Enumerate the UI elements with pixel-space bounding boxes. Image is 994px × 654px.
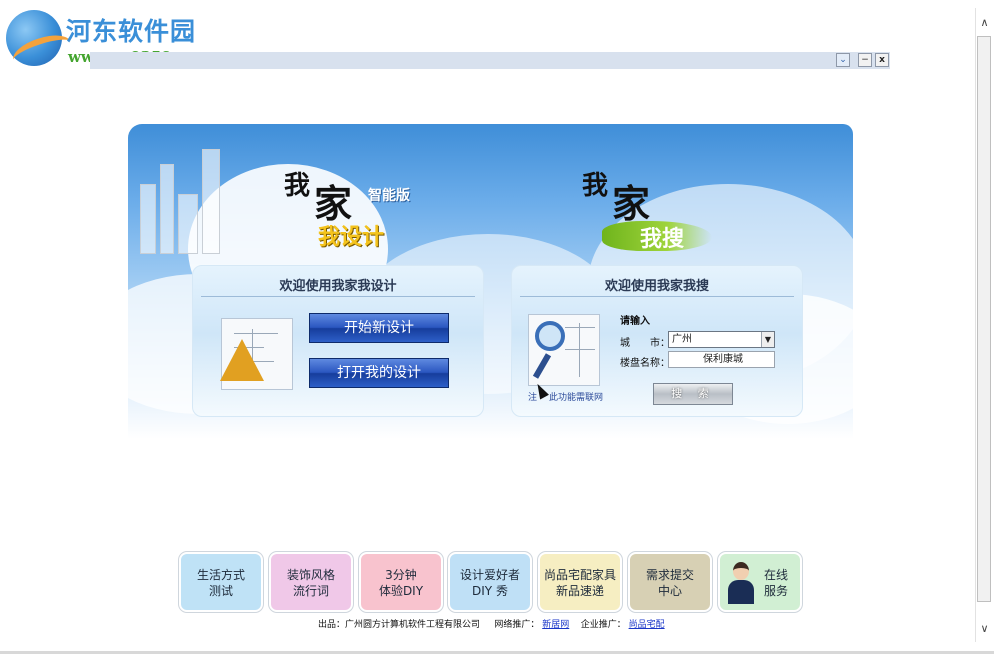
designer-diy-show-button[interactable]: 设计爱好者 DIY 秀 xyxy=(448,552,532,612)
drafting-tools-icon xyxy=(220,318,293,390)
enterprise-promo-label: 企业推广： xyxy=(580,620,626,630)
magnifier-blueprint-icon xyxy=(528,314,600,386)
panel-title: 欢迎使用我家我设计 xyxy=(279,279,397,294)
new-furniture-button[interactable]: 尚品宅配家具 新品速递 xyxy=(538,552,622,612)
city-value: 广州 xyxy=(672,334,692,345)
network-promo-label: 网络推广： xyxy=(494,620,540,630)
network-note: 此功能需联网 xyxy=(549,393,604,403)
network-promo-link[interactable]: 新居网 xyxy=(542,620,569,630)
tile-line-1: 需求提交 xyxy=(645,568,694,582)
city-skyline-sketch xyxy=(130,124,240,254)
enterprise-promo-link[interactable]: 尚品宅配 xyxy=(629,620,665,630)
city-label: 城 市： xyxy=(620,338,670,349)
tile-line-1: 在线 xyxy=(763,568,788,582)
vertical-scrollbar[interactable]: ∧ ∨ xyxy=(975,8,992,642)
magnifier-lens xyxy=(535,321,565,351)
window-titlebar: ⌄ − x xyxy=(90,52,890,69)
brand-word-1: 我 xyxy=(582,171,609,201)
open-my-design-button[interactable]: 打开我的设计 xyxy=(309,358,449,388)
building xyxy=(202,149,220,254)
tile-line-2: 测试 xyxy=(208,584,233,598)
tile-line-2: 服务 xyxy=(763,584,788,598)
footer: 出品：广州圆方计算机软件工程有限公司 网络推广： 新居网 企业推广： 尚品宅配 xyxy=(318,617,665,630)
decor-style-glossary-button[interactable]: 装饰风格 流行词 xyxy=(269,552,353,612)
tile-line-2: 流行词 xyxy=(292,584,329,598)
estate-name-input[interactable]: 保利康城 xyxy=(668,351,775,368)
tile-line-2: 体验DIY xyxy=(378,584,424,598)
tile-line-1: 3分钟 xyxy=(385,568,417,582)
scroll-down-icon[interactable]: ∨ xyxy=(976,620,993,637)
minimize-button[interactable]: − xyxy=(858,53,872,67)
divider xyxy=(520,296,794,297)
handwritten-design: 我设计 xyxy=(318,224,385,250)
triangle-ruler-icon xyxy=(220,339,264,381)
start-new-design-button[interactable]: 开始新设计 xyxy=(309,313,449,343)
brand-wojia-search: 我 家 我搜 xyxy=(580,161,730,253)
building xyxy=(140,184,156,254)
online-service-button[interactable]: 在线 服务 xyxy=(718,552,802,612)
search-button[interactable]: 搜 索 xyxy=(653,383,733,405)
tile-line-2: DIY 秀 xyxy=(472,584,508,598)
tile-line-1: 尚品宅配家具 xyxy=(543,568,616,582)
divider xyxy=(201,296,475,297)
brand-word-1: 我 xyxy=(284,171,311,201)
chevron-down-icon[interactable]: ▼ xyxy=(761,332,774,347)
design-panel: 欢迎使用我家我设计 开始新设计 打开我的设计 xyxy=(192,265,484,417)
watermark-title: 河东软件园 xyxy=(66,17,197,46)
producer-text: 出品：广州圆方计算机软件工程有限公司 xyxy=(318,620,481,630)
main-content: 我 家 智能版 我设计 我 家 我搜 欢迎使用我家我设计 开始新设计 打开我的设… xyxy=(90,69,890,630)
service-agent-avatar xyxy=(726,562,756,604)
close-button[interactable]: x xyxy=(875,53,889,67)
brand-wojia-design: 我 家 智能版 我设计 xyxy=(282,161,422,253)
tile-line-1: 装饰风格 xyxy=(286,568,335,582)
edition-label: 智能版 xyxy=(368,188,410,204)
requirement-center-button[interactable]: 需求提交 中心 xyxy=(628,552,712,612)
magnifier-handle xyxy=(532,353,552,379)
tile-line-2: 中心 xyxy=(657,584,682,598)
lifestyle-test-button[interactable]: 生活方式 测试 xyxy=(179,552,263,612)
city-select[interactable]: 广州 ▼ xyxy=(668,331,775,348)
scroll-thumb[interactable] xyxy=(977,36,991,602)
dropdown-icon[interactable]: ⌄ xyxy=(836,53,850,67)
search-panel: 欢迎使用我家我搜 注 此功能需联网 请输入 城 市： 广州 ▼ 楼盘名称： 保利… xyxy=(511,265,803,417)
brand-word-2: 家 xyxy=(612,181,651,226)
building xyxy=(160,164,174,254)
tile-line-1: 生活方式 xyxy=(196,568,245,582)
tile-line-1: 设计爱好者 xyxy=(459,568,520,582)
estate-name-label: 楼盘名称： xyxy=(620,358,670,369)
estate-name-value: 保利康城 xyxy=(703,354,743,365)
panel-title: 欢迎使用我家我搜 xyxy=(604,279,709,294)
scroll-up-icon[interactable]: ∧ xyxy=(976,14,993,31)
building xyxy=(178,194,198,254)
handwritten-search: 我搜 xyxy=(640,226,685,252)
tile-line-2: 新品速递 xyxy=(555,584,604,598)
three-minute-diy-button[interactable]: 3分钟 体验DIY xyxy=(359,552,443,612)
input-prompt: 请输入 xyxy=(620,316,650,327)
